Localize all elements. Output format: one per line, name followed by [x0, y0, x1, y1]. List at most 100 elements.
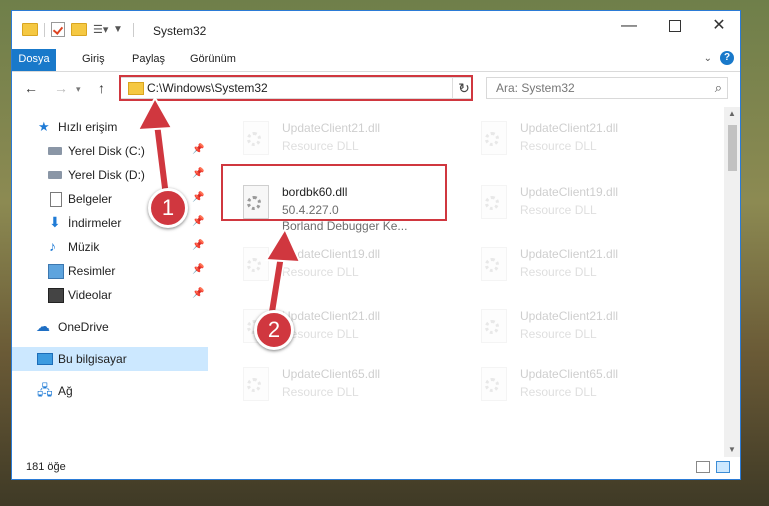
pin-icon[interactable]: 📌 — [192, 192, 204, 203]
sidebar-item-network[interactable]: 🖧 Ağ — [12, 379, 208, 403]
star-icon: ★ — [38, 119, 50, 134]
dll-file-icon — [478, 185, 508, 221]
sidebar-item-this-pc[interactable]: Bu bilgisayar — [12, 347, 208, 371]
pin-icon[interactable]: 📌 — [192, 168, 204, 179]
sidebar-item-onedrive[interactable]: ☁ OneDrive — [12, 315, 208, 339]
close-button[interactable]: ✕ — [696, 11, 740, 41]
file-name: UpdateClient21.dll — [520, 247, 619, 261]
file-name: UpdateClient21.dll — [520, 309, 619, 323]
tab-file[interactable]: Dosya — [12, 49, 56, 71]
network-icon: 🖧 — [37, 382, 53, 398]
file-name: UpdateClient65.dll — [520, 367, 619, 381]
tab-home[interactable]: Giriş — [74, 49, 113, 71]
list-item[interactable]: UpdateClient21.dll Resource DLL — [234, 113, 459, 165]
forward-arrow-icon[interactable]: → — [54, 80, 68, 96]
pin-icon[interactable]: 📌 — [192, 288, 204, 299]
file-name: UpdateClient19.dll — [282, 247, 381, 261]
file-highlight — [221, 164, 447, 221]
pin-icon[interactable]: 📌 — [192, 264, 204, 275]
search-input[interactable] — [487, 78, 706, 98]
address-row: ← → ▾ ↑ C:\Windows\System32 ⌄ ↻ ⌕ — [12, 72, 740, 104]
sidebar-item-disk-d[interactable]: Yerel Disk (D:) 📌 — [12, 163, 208, 187]
item-count: 181 öğe — [26, 461, 66, 473]
list-item[interactable]: UpdateClient21.dll Resource DLL — [472, 301, 697, 353]
sidebar-item-label: Hızlı erişim — [58, 120, 118, 134]
search-icon[interactable]: ⌕ — [715, 80, 722, 96]
file-description: Resource DLL — [520, 265, 597, 279]
file-description: Resource DLL — [520, 139, 597, 153]
maximize-icon — [669, 19, 681, 32]
sidebar-item-disk-c[interactable]: Yerel Disk (C:) 📌 — [12, 139, 208, 163]
file-description: Resource DLL — [282, 139, 359, 153]
sidebar-item-label: Yerel Disk (C:) — [68, 144, 145, 158]
file-description: Borland Debugger Ke... — [282, 219, 408, 233]
dll-file-icon — [240, 247, 270, 283]
sidebar-item-label: Resimler — [68, 264, 116, 278]
list-item[interactable]: UpdateClient65.dll Resource DLL — [472, 359, 697, 411]
tab-share[interactable]: Paylaş — [124, 49, 173, 71]
window-title: System32 — [153, 24, 207, 38]
sidebar-item-label: OneDrive — [58, 320, 109, 334]
list-item[interactable]: UpdateClient21.dll Resource DLL — [472, 239, 697, 291]
list-item[interactable]: UpdateClient19.dll Resource DLL — [472, 177, 697, 229]
ribbon-tabs: Dosya Giriş Paylaş Görünüm ⌄ ? — [12, 49, 740, 72]
cloud-icon: ☁ — [36, 318, 50, 334]
step-1-badge: 1 — [148, 188, 188, 228]
document-icon — [50, 192, 62, 207]
expand-ribbon-icon[interactable]: ⌄ — [704, 53, 712, 64]
scroll-down-icon[interactable]: ▼ — [728, 445, 736, 454]
computer-icon — [37, 353, 53, 365]
sidebar-item-label: Belgeler — [68, 192, 113, 206]
vertical-scrollbar[interactable]: ▲ ▼ — [724, 107, 740, 457]
sidebar-item-videos[interactable]: Videolar 📌 — [12, 283, 208, 307]
file-name: UpdateClient21.dll — [520, 121, 619, 135]
sidebar-item-label: Videolar — [68, 288, 112, 302]
pin-icon[interactable]: 📌 — [192, 240, 204, 251]
pin-icon[interactable]: 📌 — [192, 144, 204, 155]
file-name: UpdateClient65.dll — [282, 367, 381, 381]
download-icon: ⬇ — [49, 214, 61, 230]
rename-icon[interactable]: ☰▾ — [93, 23, 108, 37]
customize-toolbar-icon[interactable]: ▼ — [113, 23, 127, 37]
sidebar-item-pictures[interactable]: Resimler 📌 — [12, 259, 208, 283]
video-icon — [48, 288, 64, 303]
search-box[interactable]: ⌕ — [486, 77, 728, 99]
file-description: Resource DLL — [520, 203, 597, 217]
up-arrow-icon[interactable]: ↑ — [98, 80, 105, 96]
title-bar: ☰▾ ▼ System32 — ✕ — [12, 11, 740, 49]
large-icons-view-icon[interactable] — [716, 461, 730, 473]
sidebar-item-music[interactable]: ♪ Müzik 📌 — [12, 235, 208, 259]
disk-icon — [48, 171, 62, 179]
back-arrow-icon[interactable]: ← — [24, 80, 38, 96]
new-folder-icon[interactable] — [71, 23, 87, 36]
view-switcher — [696, 461, 730, 473]
list-item[interactable]: UpdateClient65.dll Resource DLL — [234, 359, 459, 411]
sidebar-item-label: İndirmeler — [68, 216, 122, 230]
dll-file-icon — [478, 309, 508, 345]
music-icon: ♪ — [49, 238, 56, 254]
details-view-icon[interactable] — [696, 461, 710, 473]
minimize-button[interactable]: — — [606, 11, 652, 41]
recent-locations-icon[interactable]: ▾ — [76, 84, 81, 95]
disk-icon — [48, 147, 62, 155]
sidebar-item-quick-access[interactable]: ★ Hızlı erişim — [12, 115, 208, 139]
dll-file-icon — [478, 121, 508, 157]
picture-icon — [48, 264, 64, 279]
toolbar-divider — [133, 22, 134, 37]
properties-icon[interactable] — [51, 22, 65, 37]
list-item[interactable]: UpdateClient21.dll Resource DLL — [472, 113, 697, 165]
dll-file-icon — [478, 367, 508, 403]
list-item[interactable]: UpdateClient19.dll Resource DLL — [234, 239, 459, 291]
maximize-button[interactable] — [652, 11, 698, 41]
file-name: UpdateClient21.dll — [282, 121, 381, 135]
file-description: Resource DLL — [282, 265, 359, 279]
scroll-up-icon[interactable]: ▲ — [728, 109, 736, 118]
scrollbar-thumb[interactable] — [728, 125, 737, 171]
quick-access-toolbar: ☰▾ ▼ — [22, 22, 134, 37]
pin-icon[interactable]: 📌 — [192, 216, 204, 227]
tab-view[interactable]: Görünüm — [182, 49, 244, 71]
dll-file-icon — [478, 247, 508, 283]
help-icon[interactable]: ? — [720, 51, 734, 65]
sidebar-item-label: Bu bilgisayar — [58, 352, 127, 366]
dll-file-icon — [240, 121, 270, 157]
